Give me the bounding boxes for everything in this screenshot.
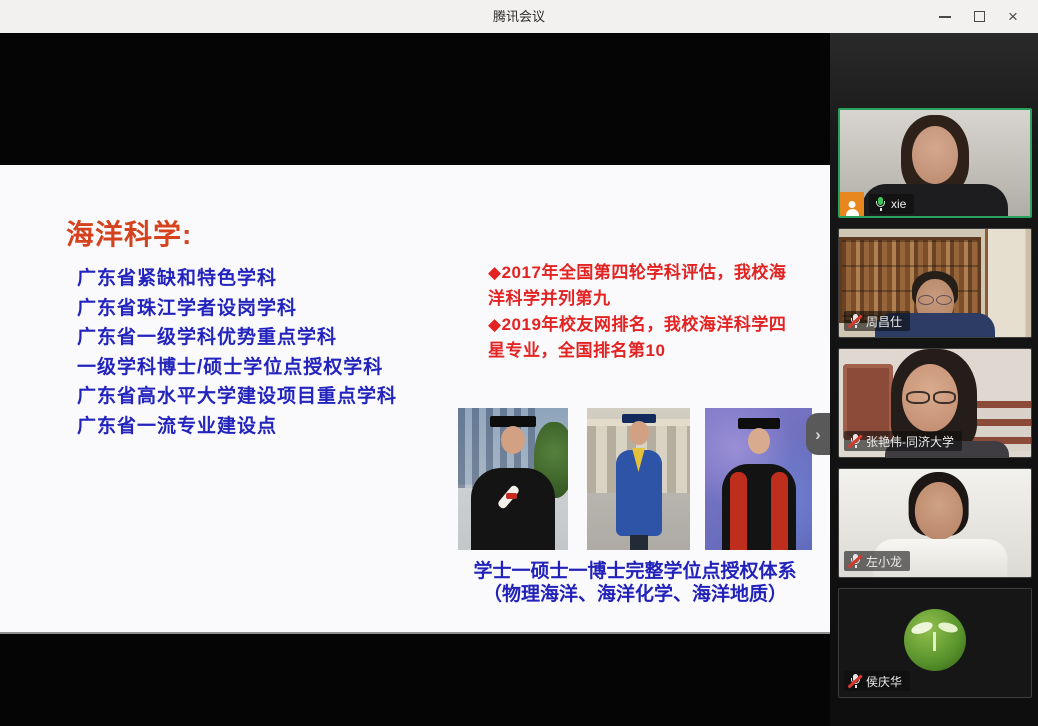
participant-status-row: xie	[840, 192, 914, 216]
close-button[interactable]: ×	[996, 0, 1030, 33]
photo-buildings-background	[458, 408, 535, 488]
photo-balustrade	[587, 419, 690, 426]
sidebar-collapse-handle[interactable]: ›	[806, 413, 830, 455]
graduate-figure	[705, 408, 812, 550]
bullet-item: 广东省一级学科优势重点学科	[77, 323, 397, 353]
chevron-right-icon: ›	[815, 426, 821, 443]
participant-nameplate: 张艳伟-同济大学	[844, 431, 962, 451]
tencent-meeting-window: 腾讯会议 × 海洋科学: 广东省紧缺和特色学科 广东省珠江学者设岗学科 广东省一…	[0, 0, 1038, 726]
highlight-item: ◆2017年全国第四轮学科评估，我校海洋科学并列第九	[488, 260, 799, 312]
bullet-item: 一级学科博士/硕士学位点授权学科	[77, 353, 397, 383]
participant-name: 周昌仕	[866, 313, 902, 330]
maximize-icon	[974, 11, 985, 22]
host-badge-icon	[840, 192, 864, 216]
photo-tree	[534, 422, 568, 498]
highlight-item: ◆2019年校友网排名，我校海洋科学四星专业，全国排名第10	[488, 312, 799, 364]
close-icon: ×	[1008, 8, 1018, 25]
graduate-master-photo	[587, 408, 690, 550]
participant-name: 侯庆华	[866, 673, 902, 690]
participant-nameplate: 周昌仕	[844, 311, 910, 331]
participant-tile-xie[interactable]: xie	[838, 108, 1032, 218]
minimize-button[interactable]	[928, 0, 962, 33]
participant-tile-zhou-changshi[interactable]: 周昌仕	[838, 228, 1032, 338]
participants-sidebar: xie 周昌仕 张艳伟-同济大学	[830, 33, 1038, 726]
window-title: 腾讯会议	[0, 0, 1038, 33]
mic-muted-icon	[848, 674, 862, 689]
participant-tile-zuo-xiaolong[interactable]: 左小龙	[838, 468, 1032, 578]
mic-on-icon	[873, 197, 887, 212]
participant-name: 左小龙	[866, 553, 902, 570]
window-controls: ×	[928, 0, 1030, 33]
graduate-figure	[587, 408, 690, 550]
participant-tile-hou-qinghua[interactable]: 侯庆华	[838, 588, 1032, 698]
participant-nameplate: 左小龙	[844, 551, 910, 571]
caption-line: （物理海洋、海洋化学、海洋地质）	[452, 583, 818, 606]
mic-muted-icon	[848, 314, 862, 329]
participant-name: 张艳伟-同济大学	[866, 433, 954, 450]
mic-muted-icon	[848, 434, 862, 449]
photo-caption: 学士一硕士一博士完整学位点授权体系 （物理海洋、海洋化学、海洋地质）	[452, 560, 818, 606]
shared-screen-area: 海洋科学: 广东省紧缺和特色学科 广东省珠江学者设岗学科 广东省一级学科优势重点…	[0, 33, 830, 726]
graduate-bachelor-photo	[458, 408, 568, 550]
caption-line: 学士一硕士一博士完整学位点授权体系	[452, 560, 818, 583]
bullet-item: 广东省一流专业建设点	[77, 412, 397, 442]
titlebar: 腾讯会议 ×	[0, 0, 1038, 33]
graduate-doctor-photo	[705, 408, 812, 550]
highlight-notes: ◆2017年全国第四轮学科评估，我校海洋科学并列第九 ◆2019年校友网排名，我…	[488, 260, 799, 364]
presentation-slide: 海洋科学: 广东省紧缺和特色学科 广东省珠江学者设岗学科 广东省一级学科优势重点…	[0, 165, 830, 634]
bullet-list: 广东省紧缺和特色学科 广东省珠江学者设岗学科 广东省一级学科优势重点学科 一级学…	[77, 264, 397, 441]
participant-tile-zhang-yanwei[interactable]: 张艳伟-同济大学	[838, 348, 1032, 458]
participant-name: xie	[891, 197, 906, 211]
minimize-icon	[939, 16, 951, 18]
participant-nameplate: 侯庆华	[844, 671, 910, 691]
bullet-item: 广东省珠江学者设岗学科	[77, 294, 397, 324]
bullet-item: 广东省紧缺和特色学科	[77, 264, 397, 294]
photo-stone-columns	[587, 426, 690, 493]
slide-heading: 海洋科学:	[66, 213, 192, 253]
mic-muted-icon	[848, 554, 862, 569]
participant-nameplate: xie	[869, 194, 914, 214]
bullet-item: 广东省高水平大学建设项目重点学科	[77, 382, 397, 412]
graduate-figure	[458, 408, 568, 550]
maximize-button[interactable]	[962, 0, 996, 33]
